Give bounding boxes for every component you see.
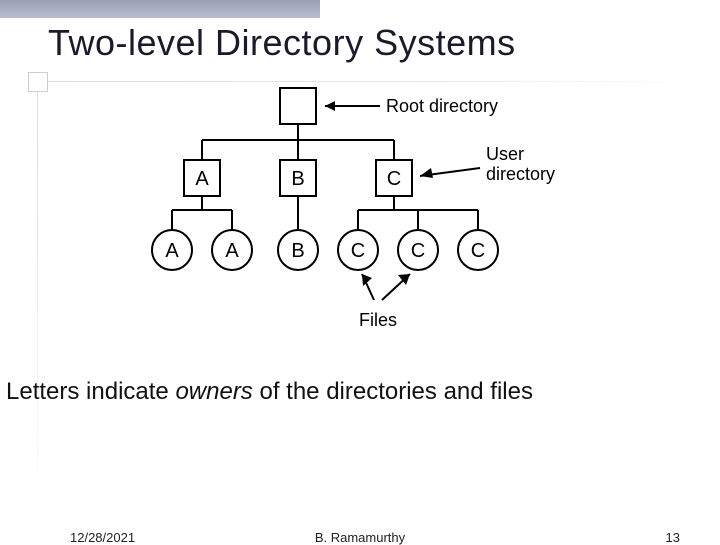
level1-node-b: B <box>280 160 316 196</box>
file-node: C <box>338 230 378 270</box>
svg-text:B: B <box>291 168 304 190</box>
file-node: B <box>278 230 318 270</box>
file-node: A <box>212 230 252 270</box>
slide-top-bar <box>0 0 320 18</box>
footer-page-number: 13 <box>666 530 680 545</box>
user-directory-label-line1: User <box>486 144 524 164</box>
svg-text:C: C <box>351 240 365 262</box>
slide-caption: Letters indicate owners of the directori… <box>6 378 714 406</box>
svg-text:A: A <box>165 240 179 262</box>
svg-text:C: C <box>411 240 425 262</box>
directory-diagram: Root directory A B C User directory A A <box>130 82 600 352</box>
file-node: C <box>398 230 438 270</box>
svg-text:C: C <box>471 240 485 262</box>
level1-node-c: C <box>376 160 412 196</box>
svg-text:C: C <box>387 168 401 190</box>
slide-title: Two-level Directory Systems <box>48 22 516 64</box>
svg-text:B: B <box>291 240 304 262</box>
svg-text:A: A <box>225 240 239 262</box>
file-node: C <box>458 230 498 270</box>
root-label: Root directory <box>386 96 498 116</box>
file-node: A <box>152 230 192 270</box>
caption-text-em: owners <box>175 378 252 405</box>
svg-text:A: A <box>195 168 209 190</box>
caption-text-post: of the directories and files <box>253 378 533 405</box>
user-directory-label-line2: directory <box>486 164 555 184</box>
caption-text-pre: Letters indicate <box>6 378 175 405</box>
level1-node-a: A <box>184 160 220 196</box>
root-node <box>280 88 316 124</box>
files-label: Files <box>359 310 397 330</box>
footer-author: B. Ramamurthy <box>0 530 720 545</box>
